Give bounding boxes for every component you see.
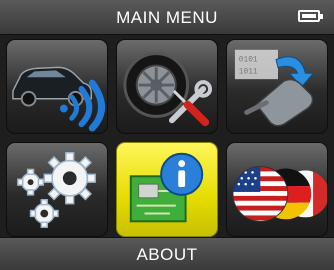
info-circuit-icon [129, 152, 204, 223]
menu-tile-settings[interactable] [6, 142, 108, 237]
flags-icon [232, 166, 327, 222]
car-sensor-signal-icon [12, 66, 105, 132]
gears-icon [17, 152, 96, 228]
svg-text:0101: 0101 [239, 56, 258, 65]
menu-tile-sensor-activation[interactable] [6, 39, 108, 134]
battery-icon [298, 10, 323, 22]
svg-text:1011: 1011 [239, 67, 258, 76]
menu-grid: 0101 1011 [0, 34, 334, 237]
status-bar: ABOUT [0, 237, 334, 270]
menu-tile-service-tools[interactable] [116, 39, 218, 134]
menu-tile-about[interactable] [116, 142, 218, 237]
sensor-programming-icon: 0101 1011 [234, 49, 315, 127]
header-bar: MAIN MENU [0, 0, 334, 35]
menu-tile-language[interactable] [226, 142, 328, 237]
selected-item-label: ABOUT [136, 245, 198, 264]
page-title: MAIN MENU [116, 8, 218, 27]
device-screen: MAIN MENU 0101 1011 ABOUT [0, 0, 334, 270]
tire-tools-icon [123, 52, 213, 127]
menu-tile-programming[interactable]: 0101 1011 [226, 39, 328, 134]
battery-level [302, 14, 316, 18]
